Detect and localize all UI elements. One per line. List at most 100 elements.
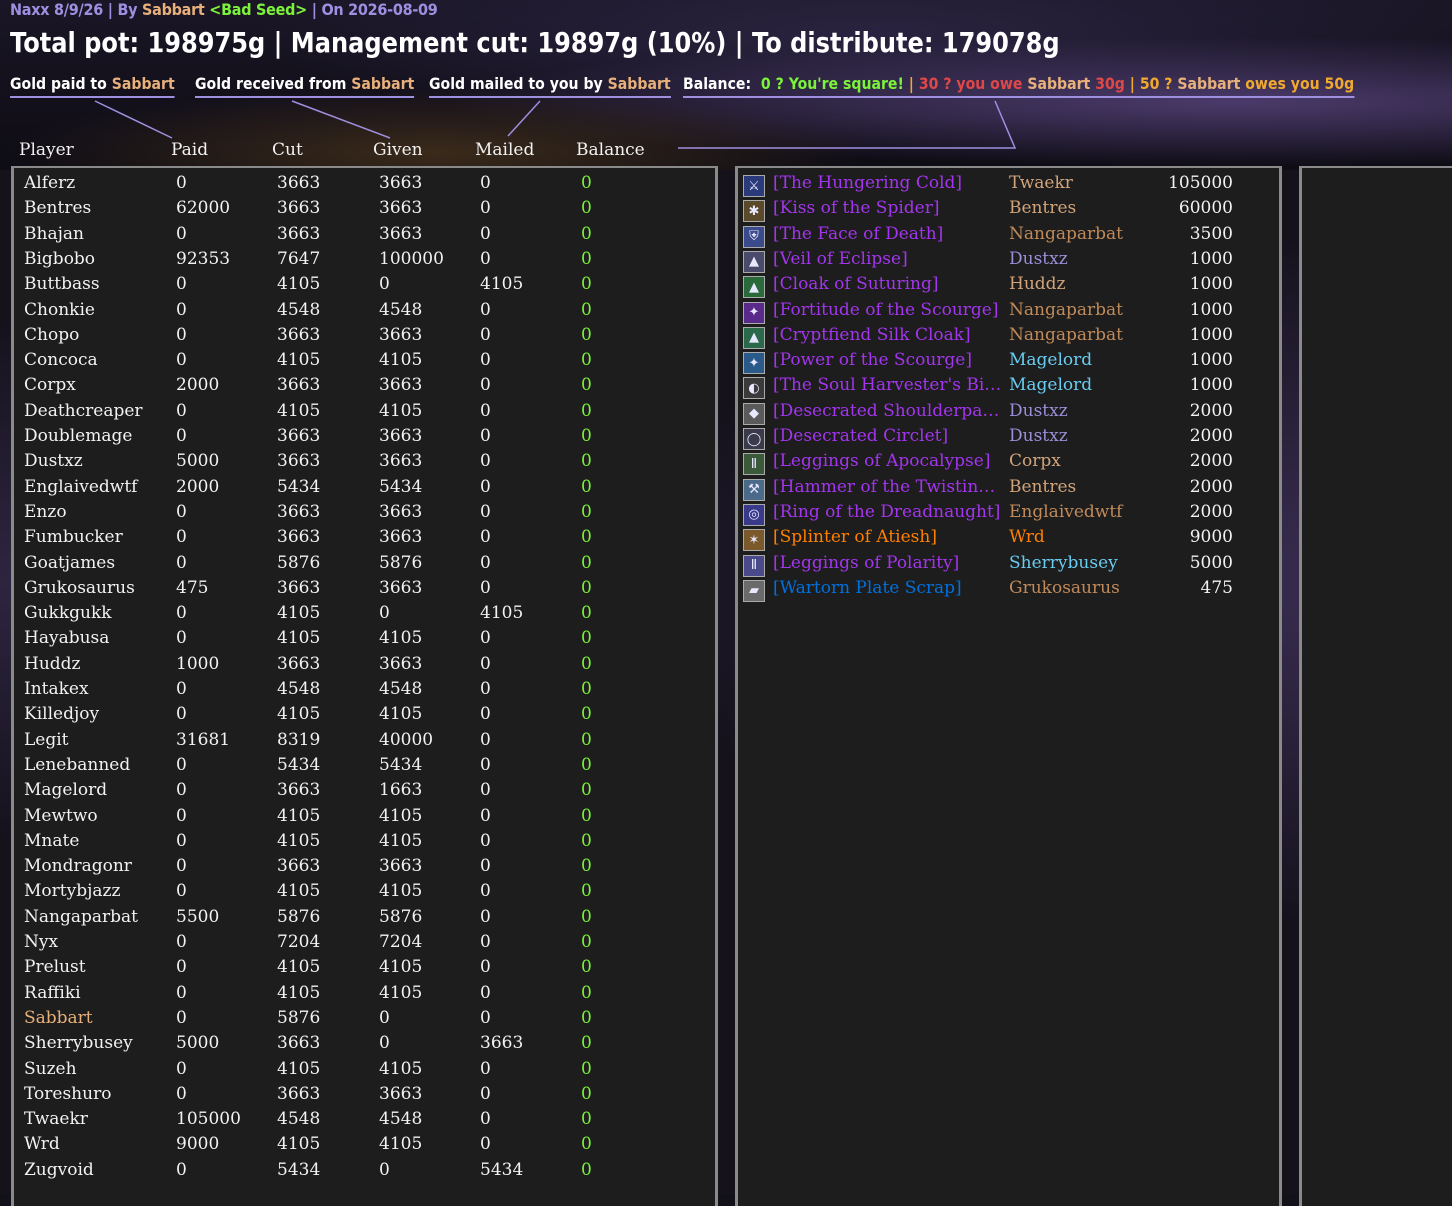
player-row[interactable]: Grukosaurus 475 3663 3663 0 0 (14, 578, 714, 603)
player-row[interactable]: Mondragonr 0 3663 3663 0 0 (14, 856, 714, 881)
blade-icon[interactable]: ⚔ (743, 175, 765, 197)
item-link[interactable]: [Cryptfiend Silk Cloak] (773, 325, 1005, 345)
circlet-icon[interactable]: ◯ (743, 428, 765, 450)
col-header-balance[interactable]: Balance (576, 140, 645, 160)
player-row[interactable]: Enzo 0 3663 3663 0 0 (14, 502, 714, 527)
loot-row[interactable]: ✱ [Kiss of the Spider] Bentres 60000 (738, 198, 1278, 223)
loot-row[interactable]: ▲ [Veil of Eclipse] Dustxz 1000 (738, 249, 1278, 274)
item-link[interactable]: [Wartorn Plate Scrap] (773, 578, 1005, 598)
item-link[interactable]: [Desecrated Circlet] (773, 426, 1005, 446)
loot-row[interactable]: ◎ [Ring of the Dreadnaught] Englaivedwtf 20… (738, 502, 1278, 527)
loot-row[interactable]: ◯ [Desecrated Circlet] Dustxz 2000 (738, 426, 1278, 451)
loot-row[interactable]: ⛨ [The Face of Death] Nangaparbat 3500 (738, 224, 1278, 249)
leggings-icon[interactable]: Ⅱ (743, 554, 765, 577)
player-row[interactable]: Dustxz 5000 3663 3663 0 0 (14, 451, 714, 476)
scrap-icon[interactable]: ▰ (743, 579, 765, 602)
col-header-player[interactable]: Player (19, 140, 74, 160)
player-row[interactable]: Twaekr 105000 4548 4548 0 0 (14, 1109, 714, 1134)
player-row[interactable]: Mnate 0 4105 4105 0 0 (14, 831, 714, 856)
player-row[interactable]: Bhajan 0 3663 3663 0 0 (14, 224, 714, 249)
item-link[interactable]: [The Face of Death] (773, 224, 1005, 244)
player-row[interactable]: Corpx 2000 3663 3663 0 0 (14, 375, 714, 400)
player-row[interactable]: Bentres 62000 3663 3663 0 0 (14, 198, 714, 223)
spider-icon[interactable]: ✱ (743, 200, 765, 223)
shield-icon[interactable]: ⛨ (743, 225, 765, 248)
loot-row[interactable]: ▲ [Cryptfiend Silk Cloak] Nangaparbat 1000 (738, 325, 1278, 350)
player-row[interactable]: Hayabusa 0 4105 4105 0 0 (14, 628, 714, 653)
player-row[interactable]: Fumbucker 0 3663 3663 0 0 (14, 527, 714, 552)
player-row[interactable]: Intakex 0 4548 4548 0 0 (14, 679, 714, 704)
item-link[interactable]: [Splinter of Atiesh] (773, 527, 1005, 547)
player-row[interactable]: Legit 31681 8319 40000 0 0 (14, 730, 714, 755)
player-row[interactable]: Englaivedwtf 2000 5434 5434 0 0 (14, 477, 714, 502)
player-row[interactable]: Sherrybusey 5000 3663 0 3663 0 (14, 1033, 714, 1058)
ring-icon[interactable]: ◎ (743, 503, 765, 526)
player-row[interactable]: Nyx 0 7204 7204 0 0 (14, 932, 714, 957)
item-link[interactable]: [Fortitude of the Scourge] (773, 300, 1005, 320)
loot-row[interactable]: ✶ [Splinter of Atiesh] Wrd 9000 (738, 527, 1278, 552)
player-row[interactable]: Deathcreaper 0 4105 4105 0 0 (14, 401, 714, 426)
player-row[interactable]: Bigbobo 92353 7647 100000 0 0 (14, 249, 714, 274)
loot-row[interactable]: ⚔ [The Hungering Cold] Twaekr 105000 (738, 173, 1278, 198)
loot-row[interactable]: ◆ [Desecrated Shoulderpads] Dustxz 2000 (738, 401, 1278, 426)
col-header-mailed[interactable]: Mailed (475, 140, 534, 160)
player-row[interactable]: Huddz 1000 3663 3663 0 0 (14, 654, 714, 679)
item-link[interactable]: [The Hungering Cold] (773, 173, 1005, 193)
col-header-paid[interactable]: Paid (171, 140, 208, 160)
rune-icon[interactable]: ✦ (743, 352, 765, 375)
item-link[interactable]: [Hammer of the Twisting... (773, 477, 1005, 497)
item-link[interactable]: [Cloak of Suturing] (773, 274, 1005, 294)
player-row[interactable]: Mortybjazz 0 4105 4105 0 0 (14, 881, 714, 906)
player-row[interactable]: Toreshuro 0 3663 3663 0 0 (14, 1084, 714, 1109)
loot-row[interactable]: ⚒ [Hammer of the Twisting... Bentres 2000 (738, 477, 1278, 502)
player-row[interactable]: Gukkgukk 0 4105 0 4105 0 (14, 603, 714, 628)
loot-row[interactable]: Ⅱ [Leggings of Apocalypse] Corpx 2000 (738, 451, 1278, 476)
loot-row[interactable]: ✦ [Power of the Scourge] Magelord 1000 (738, 350, 1278, 375)
player-row[interactable]: Alferz 0 3663 3663 0 0 (14, 173, 714, 198)
cloak-icon[interactable]: ▲ (743, 326, 765, 349)
player-row[interactable]: Raffiki 0 4105 4105 0 0 (14, 983, 714, 1008)
rune-icon[interactable]: ✦ (743, 301, 765, 324)
loot-row[interactable]: ✦ [Fortitude of the Scourge] Nangaparbat 10… (738, 300, 1278, 325)
loot-row[interactable]: Ⅱ [Leggings of Polarity] Sherrybusey 5000 (738, 553, 1278, 578)
cloak-icon[interactable]: ▲ (743, 276, 765, 299)
player-row[interactable]: Suzeh 0 4105 4105 0 0 (14, 1059, 714, 1084)
player-row[interactable]: Concoca 0 4105 4105 0 0 (14, 350, 714, 375)
player-row[interactable]: Killedjoy 0 4105 4105 0 0 (14, 704, 714, 729)
loot-row[interactable]: ▰ [Wartorn Plate Scrap] Grukosaurus 475 (738, 578, 1278, 603)
player-row[interactable]: Goatjames 0 5876 5876 0 0 (14, 553, 714, 578)
player-row[interactable]: Chopo 0 3663 3663 0 0 (14, 325, 714, 350)
player-row[interactable]: Chonkie 0 4548 4548 0 0 (14, 300, 714, 325)
loot-row[interactable]: ▲ [Cloak of Suturing] Huddz 1000 (738, 274, 1278, 299)
col-header-given[interactable]: Given (373, 140, 423, 160)
player-row[interactable]: Prelust 0 4105 4105 0 0 (14, 957, 714, 982)
player-row[interactable]: Buttbass 0 4105 0 4105 0 (14, 274, 714, 299)
player-row[interactable]: Zugvoid 0 5434 0 5434 0 (14, 1160, 714, 1185)
item-link[interactable]: [The Soul Harvester's Bin... (773, 375, 1005, 395)
leggings-icon[interactable]: Ⅱ (743, 453, 765, 476)
player-cut: 4105 (277, 350, 321, 371)
player-row[interactable]: Wrd 9000 4105 4105 0 0 (14, 1134, 714, 1159)
hammer-icon[interactable]: ⚒ (743, 478, 765, 501)
player-row[interactable]: Mewtwo 0 4105 4105 0 0 (14, 806, 714, 831)
item-link[interactable]: [Ring of the Dreadnaught] (773, 502, 1005, 522)
bindings-icon[interactable]: ◐ (743, 377, 765, 400)
col-header-cut[interactable]: Cut (272, 140, 303, 160)
loot-row[interactable]: ◐ [The Soul Harvester's Bin... Magelord 100… (738, 375, 1278, 400)
player-row[interactable]: Doublemage 0 3663 3663 0 0 (14, 426, 714, 451)
shoulder-icon[interactable]: ◆ (743, 402, 765, 425)
item-link[interactable]: [Leggings of Polarity] (773, 553, 1005, 573)
item-link[interactable]: [Desecrated Shoulderpads] (773, 401, 1005, 421)
player-row[interactable]: Lenebanned 0 5434 5434 0 0 (14, 755, 714, 780)
cloak-icon[interactable]: ▲ (743, 250, 765, 273)
item-link[interactable]: [Veil of Eclipse] (773, 249, 1005, 269)
player-row[interactable]: Magelord 0 3663 1663 0 0 (14, 780, 714, 805)
item-link[interactable]: [Power of the Scourge] (773, 350, 1005, 370)
splinter-icon[interactable]: ✶ (743, 529, 765, 552)
player-given: 0 (379, 274, 390, 295)
item-link[interactable]: [Kiss of the Spider] (773, 198, 1005, 218)
player-row[interactable]: Nangaparbat 5500 5876 5876 0 0 (14, 907, 714, 932)
item-link[interactable]: [Leggings of Apocalypse] (773, 451, 1005, 471)
player-row[interactable]: Sabbart 0 5876 0 0 0 (14, 1008, 714, 1033)
player-given: 4105 (379, 628, 423, 649)
